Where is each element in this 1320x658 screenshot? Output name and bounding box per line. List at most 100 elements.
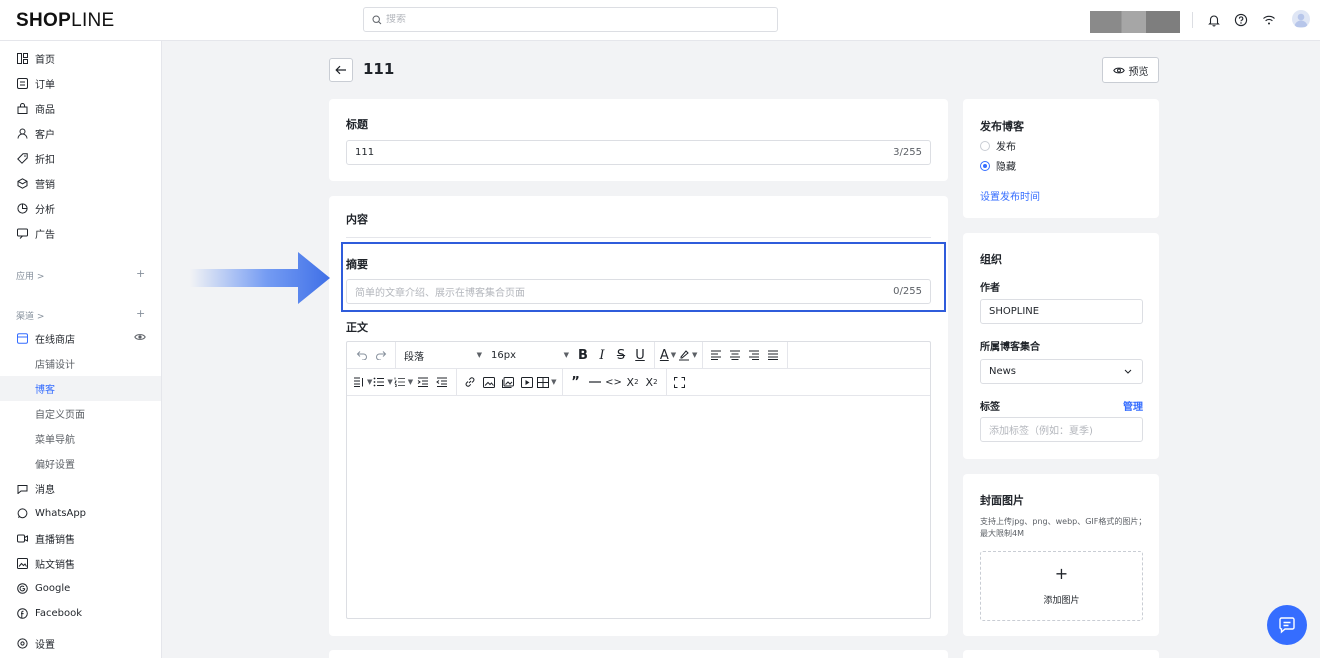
sidebar-item-orders[interactable]: 订单 — [0, 71, 161, 96]
gallery-icon[interactable] — [499, 372, 517, 392]
rich-text-editor[interactable]: 段落 ▼ 16px ▼ B I S U A ▼ ▼ ▼ ▼ ▼ ▼ ” <> X2 X… — [346, 341, 931, 619]
preview-button[interactable]: 预览 — [1102, 57, 1159, 83]
sidebar-item-messages[interactable]: 消息 — [0, 476, 161, 501]
sidebar-item-whatsapp[interactable]: WhatsApp — [0, 501, 161, 526]
sidebar-item-label: 在线商店 — [35, 335, 75, 346]
body-label: 正文 — [346, 321, 368, 334]
live-icon — [16, 533, 28, 545]
sidebar-item-home[interactable]: 首页 — [0, 46, 161, 71]
title-value: 111 — [355, 147, 375, 158]
sidebar-item-discounts[interactable]: 折扣 — [0, 146, 161, 171]
analytics-icon — [16, 203, 28, 215]
sidebar-item-facebook[interactable]: Facebook — [0, 601, 161, 626]
sidebar-item-ads[interactable]: 广告 — [0, 221, 161, 246]
chevron-down-icon: ▼ — [563, 351, 569, 359]
store-icon — [16, 333, 28, 345]
sidebar-sub-custom-pages[interactable]: 自定义页面 — [0, 401, 161, 426]
bullet-list-icon[interactable]: ▼ — [373, 372, 393, 392]
back-button[interactable] — [329, 58, 353, 82]
subscript-icon[interactable]: X2 — [643, 372, 661, 392]
sidebar-item-products[interactable]: 商品 — [0, 96, 161, 121]
align-justify-icon[interactable] — [764, 345, 782, 365]
help-icon[interactable] — [1233, 12, 1249, 28]
superscript-icon[interactable]: X2 — [624, 372, 642, 392]
align-left-icon[interactable] — [707, 345, 725, 365]
page-title: 111 — [363, 60, 395, 78]
horizontal-rule-icon[interactable] — [586, 372, 604, 392]
add-app-icon[interactable]: + — [136, 267, 145, 280]
next-card — [329, 650, 948, 658]
line-height-icon[interactable]: ▼ — [353, 372, 372, 392]
search-box[interactable] — [363, 7, 778, 32]
sidebar-item-analytics[interactable]: 分析 — [0, 196, 161, 221]
italic-icon[interactable]: I — [593, 345, 611, 365]
highlight-color-icon[interactable]: ▼ — [678, 345, 697, 365]
publish-card-title: 发布博客 — [980, 120, 1024, 133]
store-name-redacted[interactable] — [1090, 11, 1180, 33]
sidebar-item-label: 分析 — [35, 205, 55, 216]
sidebar-item-label: 设置 — [35, 640, 55, 651]
sidebar-item-settings[interactable]: 设置 — [0, 631, 161, 656]
outdent-icon[interactable] — [433, 372, 451, 392]
bold-icon[interactable]: B — [574, 345, 592, 365]
quote-icon[interactable]: ” — [567, 372, 585, 392]
bell-icon[interactable] — [1206, 12, 1222, 28]
font-color-icon[interactable]: A ▼ — [659, 345, 677, 365]
add-channel-icon[interactable]: + — [136, 307, 145, 320]
paragraph-select[interactable]: 段落 ▼ — [400, 345, 486, 365]
table-icon[interactable]: ▼ — [537, 372, 557, 392]
user-avatar[interactable] — [1292, 10, 1310, 28]
align-center-icon[interactable] — [726, 345, 744, 365]
tags-input[interactable]: 添加标签（例如：夏季) — [980, 417, 1143, 442]
toolbar-divider — [561, 368, 563, 396]
undo-icon[interactable] — [353, 345, 371, 365]
sidebar-sub-menu-nav[interactable]: 菜单导航 — [0, 426, 161, 451]
video-icon[interactable] — [518, 372, 536, 392]
collection-select[interactable]: News — [980, 359, 1143, 384]
set-publish-time-link[interactable]: 设置发布时间 — [980, 188, 1040, 203]
radio-label: 隐藏 — [996, 162, 1016, 173]
numbered-list-icon[interactable]: ▼ — [394, 372, 413, 392]
link-icon[interactable] — [461, 372, 479, 392]
apps-group-label[interactable]: 应用 > — [16, 269, 44, 282]
radio-hide[interactable]: 隐藏 — [980, 158, 1016, 173]
radio-publish[interactable]: 发布 — [980, 138, 1016, 153]
search-input[interactable] — [386, 14, 766, 25]
sidebar-item-live-sales[interactable]: 直播销售 — [0, 526, 161, 551]
author-label: 作者 — [980, 283, 1000, 294]
title-input[interactable]: 111 3/255 — [346, 140, 931, 165]
ad-icon — [16, 228, 28, 240]
sidebar-item-online-store[interactable]: 在线商店 — [0, 326, 161, 351]
underline-icon[interactable]: U — [631, 345, 649, 365]
divider — [1192, 12, 1193, 28]
channels-group-label[interactable]: 渠道 > — [16, 309, 44, 322]
font-size-select[interactable]: 16px ▼ — [487, 345, 573, 365]
sidebar-item-marketing[interactable]: 营销 — [0, 171, 161, 196]
strikethrough-icon[interactable]: S — [612, 345, 630, 365]
chat-button[interactable] — [1267, 605, 1307, 645]
add-image-dropzone[interactable]: + 添加图片 — [980, 551, 1143, 621]
sidebar-item-post-sales[interactable]: 贴文销售 — [0, 551, 161, 576]
shopline-logo[interactable]: SHOPLINE — [16, 10, 115, 32]
wifi-icon[interactable] — [1261, 12, 1277, 28]
sidebar-sub-blog[interactable]: 博客 — [0, 376, 161, 401]
redo-icon[interactable] — [372, 345, 390, 365]
order-icon — [16, 78, 28, 90]
sidebar-item-customers[interactable]: 客户 — [0, 121, 161, 146]
sidebar-item-google[interactable]: Google — [0, 576, 161, 601]
google-icon — [16, 583, 28, 595]
annotation-arrow — [190, 252, 330, 304]
sidebar-sub-preferences[interactable]: 偏好设置 — [0, 451, 161, 476]
image-icon[interactable] — [480, 372, 498, 392]
toolbar-divider — [787, 341, 789, 369]
code-icon[interactable]: <> — [605, 372, 623, 392]
eye-icon[interactable] — [134, 332, 146, 345]
indent-icon[interactable] — [414, 372, 432, 392]
paragraph-select-value: 段落 — [404, 351, 424, 363]
fullscreen-icon[interactable] — [671, 372, 689, 392]
sidebar-sub-store-design[interactable]: 店铺设计 — [0, 351, 161, 376]
align-right-icon[interactable] — [745, 345, 763, 365]
arrow-left-icon — [335, 65, 346, 75]
manage-tags-link[interactable]: 管理 — [1123, 398, 1143, 413]
author-input[interactable]: SHOPLINE — [980, 299, 1143, 324]
